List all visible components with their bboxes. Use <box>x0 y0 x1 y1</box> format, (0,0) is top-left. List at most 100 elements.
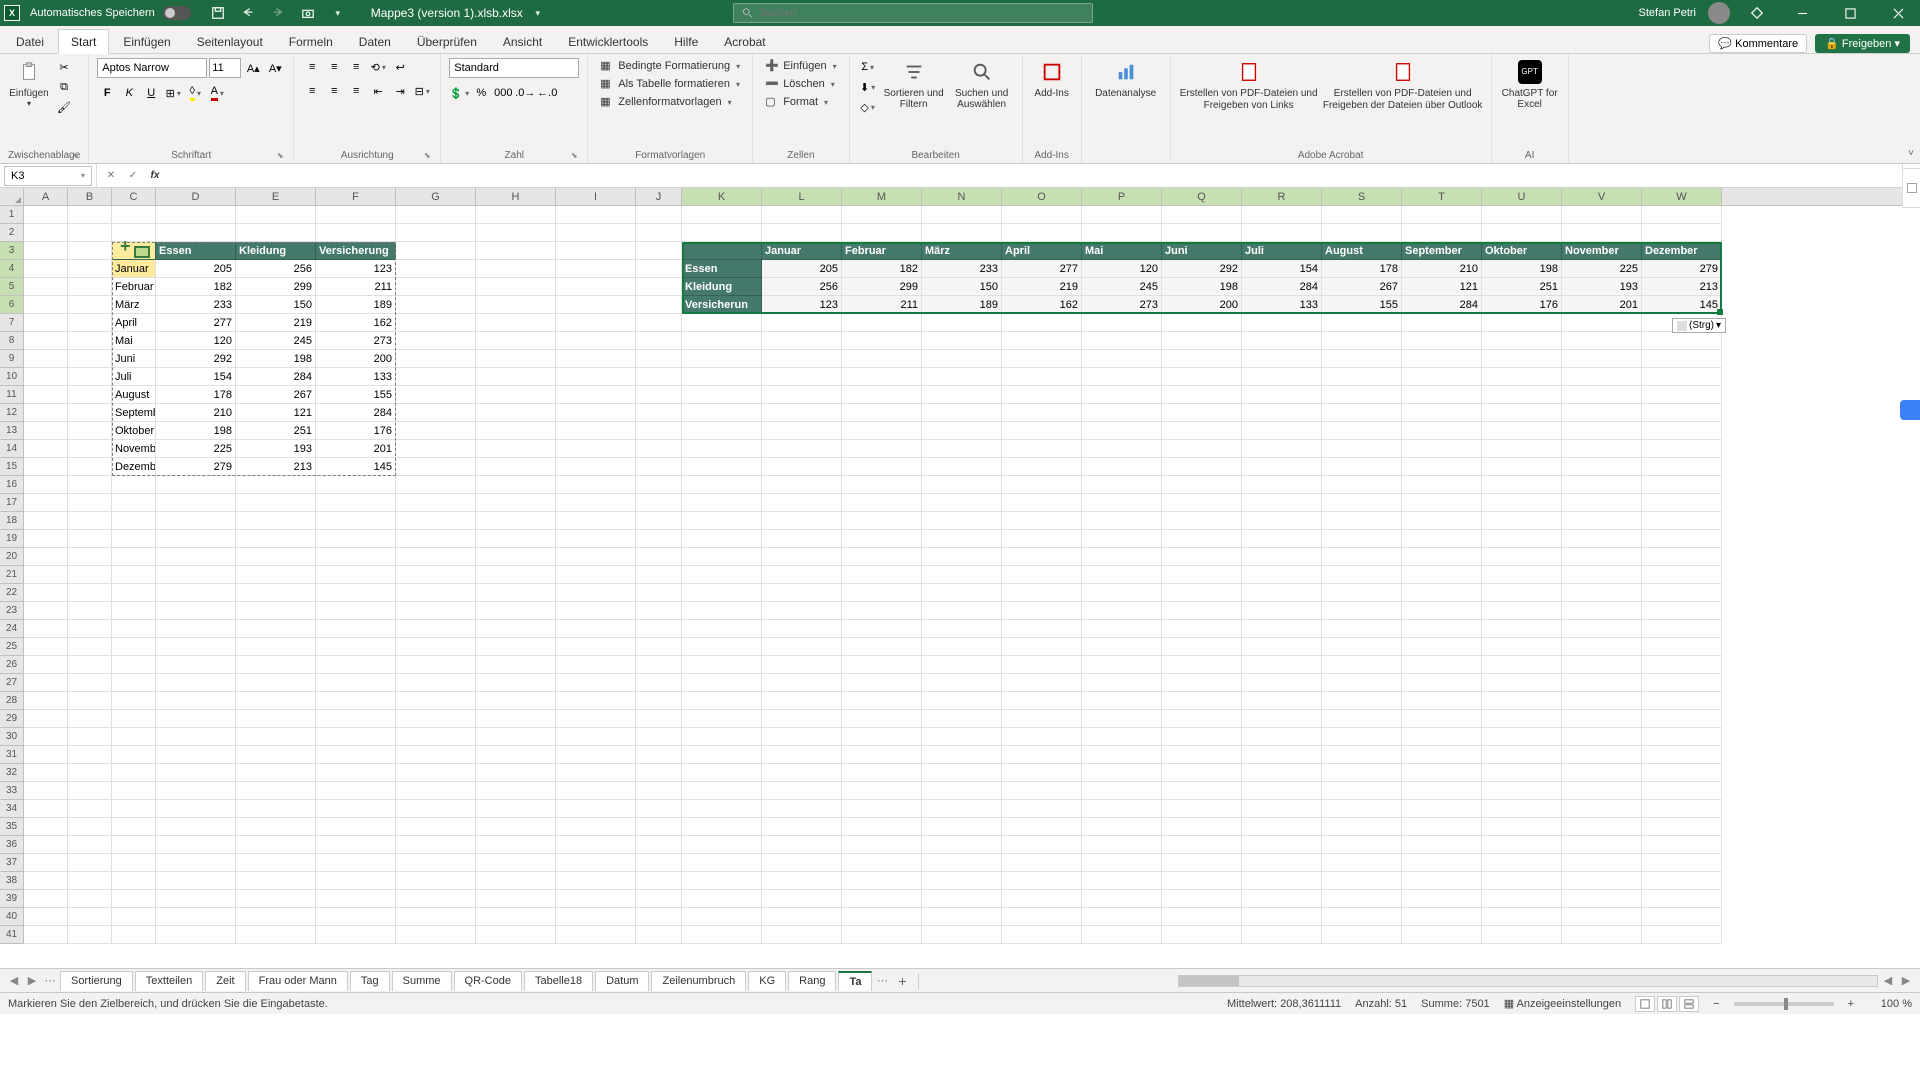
cell[interactable] <box>1322 548 1402 566</box>
cell[interactable] <box>1322 368 1402 386</box>
cell[interactable] <box>842 926 922 944</box>
cell[interactable] <box>236 890 316 908</box>
cell[interactable] <box>1402 548 1482 566</box>
cell[interactable] <box>636 836 682 854</box>
increase-decimal-icon[interactable]: .0→ <box>515 84 535 102</box>
cell[interactable] <box>1562 872 1642 890</box>
cell[interactable] <box>1082 440 1162 458</box>
accounting-icon[interactable]: 💲 <box>449 84 469 102</box>
cell[interactable] <box>636 512 682 530</box>
column-header[interactable]: A <box>24 188 68 205</box>
cell[interactable] <box>1162 440 1242 458</box>
cell[interactable] <box>396 422 476 440</box>
cell[interactable] <box>476 872 556 890</box>
cell[interactable] <box>1642 530 1722 548</box>
cell[interactable] <box>156 890 236 908</box>
pdf-outlook-button[interactable]: Erstellen von PDF-Dateien und Freigeben … <box>1323 58 1483 112</box>
cell[interactable] <box>1482 872 1562 890</box>
row-header[interactable]: 18 <box>0 512 24 530</box>
cell[interactable] <box>1082 746 1162 764</box>
cell[interactable] <box>1162 908 1242 926</box>
cell[interactable] <box>1242 530 1322 548</box>
cell[interactable]: 198 <box>236 350 316 368</box>
diamond-icon[interactable] <box>1748 4 1766 22</box>
cell[interactable] <box>1642 818 1722 836</box>
cell[interactable] <box>1642 422 1722 440</box>
cell[interactable]: 267 <box>236 386 316 404</box>
cell[interactable] <box>636 476 682 494</box>
cell[interactable] <box>1242 548 1322 566</box>
maximize-button[interactable] <box>1832 0 1868 26</box>
cell[interactable] <box>1642 206 1722 224</box>
cell[interactable]: Oktober <box>1482 242 1562 260</box>
cell[interactable] <box>922 224 1002 242</box>
cell[interactable] <box>1002 206 1082 224</box>
cell[interactable]: Januar <box>762 242 842 260</box>
cell[interactable] <box>1082 620 1162 638</box>
fill-icon[interactable]: ⬇ <box>858 78 878 96</box>
column-header[interactable]: T <box>1402 188 1482 205</box>
addins-button[interactable]: Add-Ins <box>1031 58 1073 99</box>
cell[interactable] <box>1162 332 1242 350</box>
cell[interactable] <box>1002 530 1082 548</box>
cell[interactable] <box>68 800 112 818</box>
cell[interactable] <box>1082 314 1162 332</box>
cell[interactable] <box>1562 728 1642 746</box>
cell[interactable] <box>1402 674 1482 692</box>
cell[interactable] <box>556 836 636 854</box>
cell[interactable] <box>24 548 68 566</box>
cell[interactable] <box>682 368 762 386</box>
cell[interactable] <box>476 548 556 566</box>
cell[interactable] <box>1082 404 1162 422</box>
cell[interactable] <box>1082 872 1162 890</box>
cell[interactable] <box>1482 602 1562 620</box>
cell[interactable] <box>68 602 112 620</box>
cell[interactable] <box>1562 602 1642 620</box>
cell[interactable] <box>762 368 842 386</box>
cell[interactable] <box>1162 836 1242 854</box>
cell[interactable] <box>922 692 1002 710</box>
cell[interactable] <box>316 710 396 728</box>
cell[interactable] <box>762 836 842 854</box>
sheet-tab[interactable]: KG <box>748 971 786 991</box>
cell[interactable] <box>316 530 396 548</box>
cell[interactable] <box>1162 476 1242 494</box>
cell[interactable] <box>156 602 236 620</box>
row-header[interactable]: 15 <box>0 458 24 476</box>
column-header[interactable]: G <box>396 188 476 205</box>
cell[interactable] <box>636 494 682 512</box>
cell[interactable] <box>316 818 396 836</box>
cell[interactable] <box>1482 710 1562 728</box>
cell[interactable] <box>316 638 396 656</box>
cell[interactable]: 198 <box>1482 260 1562 278</box>
cell[interactable] <box>556 458 636 476</box>
cell[interactable] <box>112 854 156 872</box>
filename-dropdown-icon[interactable]: ▾ <box>529 4 547 22</box>
cell[interactable] <box>1002 926 1082 944</box>
cell[interactable] <box>1402 656 1482 674</box>
cell[interactable] <box>1242 782 1322 800</box>
cell[interactable] <box>762 908 842 926</box>
cell[interactable]: 182 <box>842 260 922 278</box>
cell[interactable] <box>68 206 112 224</box>
cell[interactable] <box>68 926 112 944</box>
cell[interactable]: September <box>1402 242 1482 260</box>
cell[interactable] <box>1242 332 1322 350</box>
cell[interactable] <box>1002 548 1082 566</box>
cell[interactable] <box>1082 674 1162 692</box>
row-header[interactable]: 31 <box>0 746 24 764</box>
cell[interactable] <box>682 476 762 494</box>
font-name-select[interactable] <box>97 58 207 78</box>
cell[interactable] <box>842 314 922 332</box>
cell[interactable] <box>922 458 1002 476</box>
cell[interactable] <box>1082 602 1162 620</box>
cell[interactable] <box>156 566 236 584</box>
cell[interactable] <box>556 242 636 260</box>
cell[interactable] <box>1402 602 1482 620</box>
cell[interactable] <box>1322 620 1402 638</box>
cell[interactable] <box>922 854 1002 872</box>
orientation-icon[interactable]: ⟲ <box>368 58 388 76</box>
cell[interactable] <box>1162 782 1242 800</box>
cell[interactable] <box>1322 224 1402 242</box>
cell[interactable]: 121 <box>236 404 316 422</box>
